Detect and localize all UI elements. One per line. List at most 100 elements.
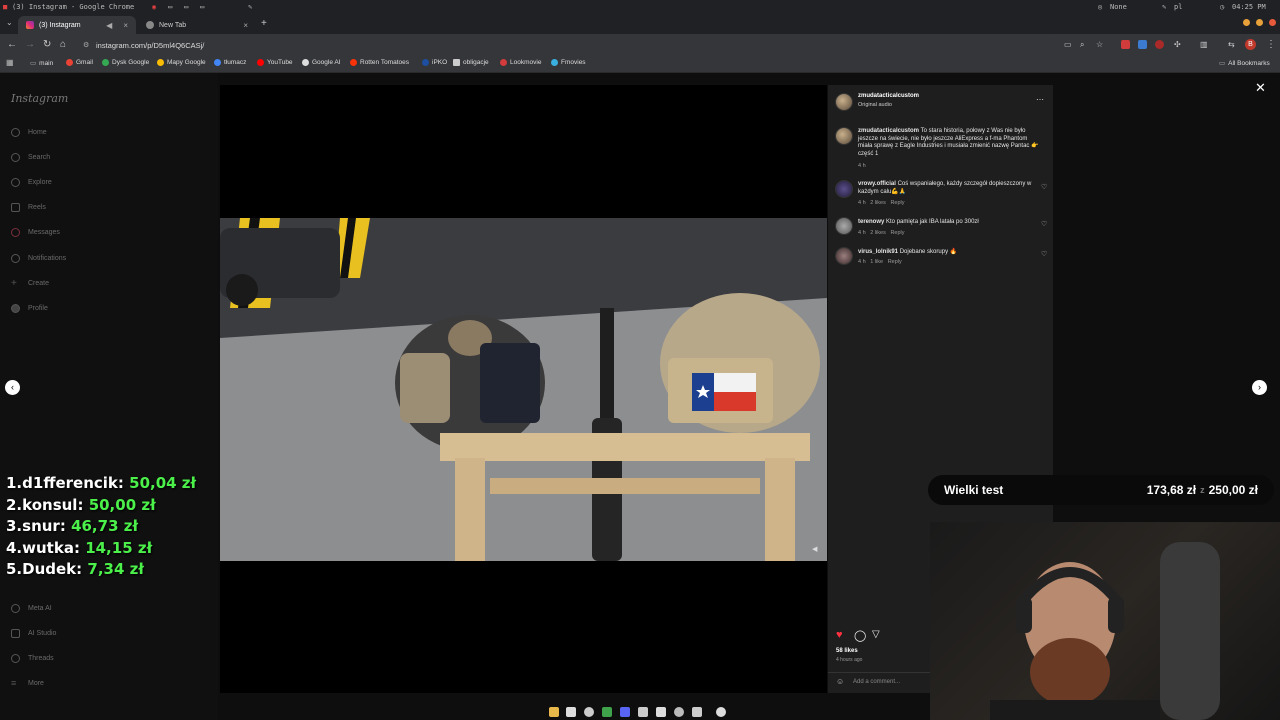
app-icon-3[interactable] xyxy=(674,707,684,717)
reload-icon[interactable]: ↻ xyxy=(43,39,51,51)
like-heart-icon[interactable]: ♥ xyxy=(836,629,843,641)
bookmark-rotten-tomatoes[interactable]: Rotten Tomatoes xyxy=(350,59,409,66)
obs-icon[interactable] xyxy=(716,707,726,717)
nav-messages[interactable]: Messages xyxy=(11,228,60,237)
monitor-icon-2[interactable]: ▭ xyxy=(184,3,188,11)
home-icon[interactable]: ⌂ xyxy=(60,39,66,51)
comment-like-heart-icon[interactable]: ♡ xyxy=(1041,183,1047,191)
tab-new-tab[interactable]: New Tab × xyxy=(138,16,256,34)
comment-avatar[interactable] xyxy=(835,180,853,198)
bookmark-obligacje[interactable]: obligacje xyxy=(453,59,489,66)
tab-close-icon[interactable]: × xyxy=(243,21,248,30)
bookmark-gmail[interactable]: Gmail xyxy=(66,59,93,66)
nav-home[interactable]: Home xyxy=(11,128,47,137)
comment-likes[interactable]: 1 like xyxy=(870,259,883,265)
extension-icon-2[interactable] xyxy=(1138,40,1147,49)
more-options-icon[interactable]: ⋯ xyxy=(1036,95,1044,104)
close-post-icon[interactable]: ✕ xyxy=(1255,80,1266,96)
comment-likes[interactable]: 2 likes xyxy=(870,200,886,206)
maximize-icon[interactable] xyxy=(1256,19,1263,26)
bookmark-star-icon[interactable]: ☆ xyxy=(1096,39,1103,51)
files-icon[interactable] xyxy=(549,707,559,717)
bookmark-google-ai[interactable]: Google AI xyxy=(302,59,341,66)
tab-instagram[interactable]: (3) Instagram ◀ × xyxy=(18,16,136,34)
next-post-icon[interactable]: › xyxy=(1252,380,1267,395)
forward-icon[interactable]: → xyxy=(25,39,35,51)
nav-threads[interactable]: Threads xyxy=(11,654,54,663)
nav-more[interactable]: ≡ More xyxy=(11,679,44,688)
reply-button[interactable]: Reply xyxy=(890,230,904,236)
site-info-icon[interactable]: ⚙ xyxy=(83,41,89,49)
discord-icon[interactable] xyxy=(620,707,630,717)
address-bar[interactable]: ⚙ instagram.com/p/D5ml4Q6CASj/ xyxy=(78,37,1058,53)
nav-search[interactable]: Search xyxy=(11,153,50,162)
comment-icon[interactable]: ◯ xyxy=(854,629,866,642)
monitor-icon-3[interactable]: ▭ xyxy=(200,3,204,11)
bookmark-ipko[interactable]: iPKO xyxy=(422,59,447,66)
mute-video-icon[interactable]: ◀ xyxy=(812,545,817,553)
instagram-logo[interactable]: Instagram xyxy=(11,92,68,105)
caption-author[interactable]: zmudatacticalcustom xyxy=(858,128,919,134)
author-username[interactable]: zmudatacticalcustom xyxy=(858,93,919,99)
nav-ai-studio[interactable]: AI Studio xyxy=(11,629,56,638)
notification-icon[interactable]: ◉ xyxy=(152,3,156,11)
original-audio[interactable]: Original audio xyxy=(858,102,892,108)
emoji-icon[interactable]: ☺ xyxy=(836,677,844,686)
bookmark-dysk-google[interactable]: Dysk Google xyxy=(102,59,149,66)
extension-icon-1[interactable] xyxy=(1121,40,1130,49)
post-video[interactable]: ◀ xyxy=(220,218,827,561)
nav-notifications[interactable]: Notifications xyxy=(11,254,66,263)
network-icon[interactable]: ◎ xyxy=(1098,3,1102,11)
comment-username[interactable]: virus_lolnik91 xyxy=(858,249,898,255)
profile-avatar-icon[interactable]: B xyxy=(1245,39,1256,50)
extensions-puzzle-icon[interactable]: ✣ xyxy=(1174,39,1181,51)
comment-likes[interactable]: 2 likes xyxy=(870,230,886,236)
cast-icon[interactable]: ▭ xyxy=(1064,39,1072,51)
nav-reels[interactable]: Reels xyxy=(11,203,46,212)
close-window-icon[interactable] xyxy=(1269,19,1276,26)
likes-count[interactable]: 58 likes xyxy=(836,648,858,654)
prev-post-icon[interactable]: ‹ xyxy=(5,380,20,395)
comment-username[interactable]: terenowy xyxy=(858,219,884,225)
add-comment-input[interactable]: Add a comment... xyxy=(853,679,900,685)
tab-search-icon[interactable]: ⌄ xyxy=(6,18,13,27)
menu-kebab-icon[interactable]: ⋮ xyxy=(1266,39,1276,51)
monitor-icon[interactable]: ▭ xyxy=(168,3,172,11)
bookmark-lookmovie[interactable]: Lookmovie xyxy=(500,59,541,66)
comment-like-heart-icon[interactable]: ♡ xyxy=(1041,220,1047,228)
back-icon[interactable]: ← xyxy=(7,39,17,51)
side-panel-icon[interactable]: ▥ xyxy=(1200,39,1208,51)
mute-icon[interactable]: ◀ xyxy=(106,21,112,30)
caption-avatar[interactable] xyxy=(835,127,853,145)
reply-button[interactable]: Reply xyxy=(888,259,902,265)
nav-explore[interactable]: Explore xyxy=(11,178,52,187)
terminal-icon[interactable] xyxy=(566,707,576,717)
comment-avatar[interactable] xyxy=(835,247,853,265)
reply-button[interactable]: Reply xyxy=(890,200,904,206)
nav-meta-ai[interactable]: Meta AI xyxy=(11,604,52,613)
bookmark-mapy-google[interactable]: Mapy Google xyxy=(157,59,206,66)
all-bookmarks[interactable]: ▭ All Bookmarks xyxy=(1219,59,1270,68)
bookmark-main[interactable]: ▭ main xyxy=(30,59,53,68)
comment-avatar[interactable] xyxy=(835,217,853,235)
nav-profile[interactable]: Profile xyxy=(11,304,48,313)
minimize-icon[interactable] xyxy=(1243,19,1250,26)
extension-icon-3[interactable] xyxy=(1155,40,1164,49)
apps-grid-icon[interactable]: ▦ xyxy=(6,58,14,67)
steam-icon[interactable] xyxy=(638,707,648,717)
keyboard-icon[interactable]: ✎ xyxy=(1162,3,1166,11)
bookmark-tlumacz[interactable]: tłumacz xyxy=(214,59,246,66)
comment-username[interactable]: vrowy.official xyxy=(858,181,896,187)
comment-like-heart-icon[interactable]: ♡ xyxy=(1041,250,1047,258)
new-tab-icon[interactable]: + xyxy=(261,18,267,29)
zoom-icon[interactable]: ⌕ xyxy=(1080,39,1084,51)
bookmark-fmovies[interactable]: Fmovies xyxy=(551,59,586,66)
app-icon-2[interactable] xyxy=(656,707,666,717)
chrome-icon[interactable] xyxy=(584,707,594,717)
calculator-icon[interactable] xyxy=(692,707,702,717)
tab-close-icon[interactable]: × xyxy=(123,21,128,30)
author-avatar[interactable] xyxy=(835,93,853,111)
translate-icon[interactable]: ⇆ xyxy=(1228,39,1235,51)
nav-create[interactable]: + Create xyxy=(11,279,49,289)
share-icon[interactable]: ▽ xyxy=(872,629,880,640)
